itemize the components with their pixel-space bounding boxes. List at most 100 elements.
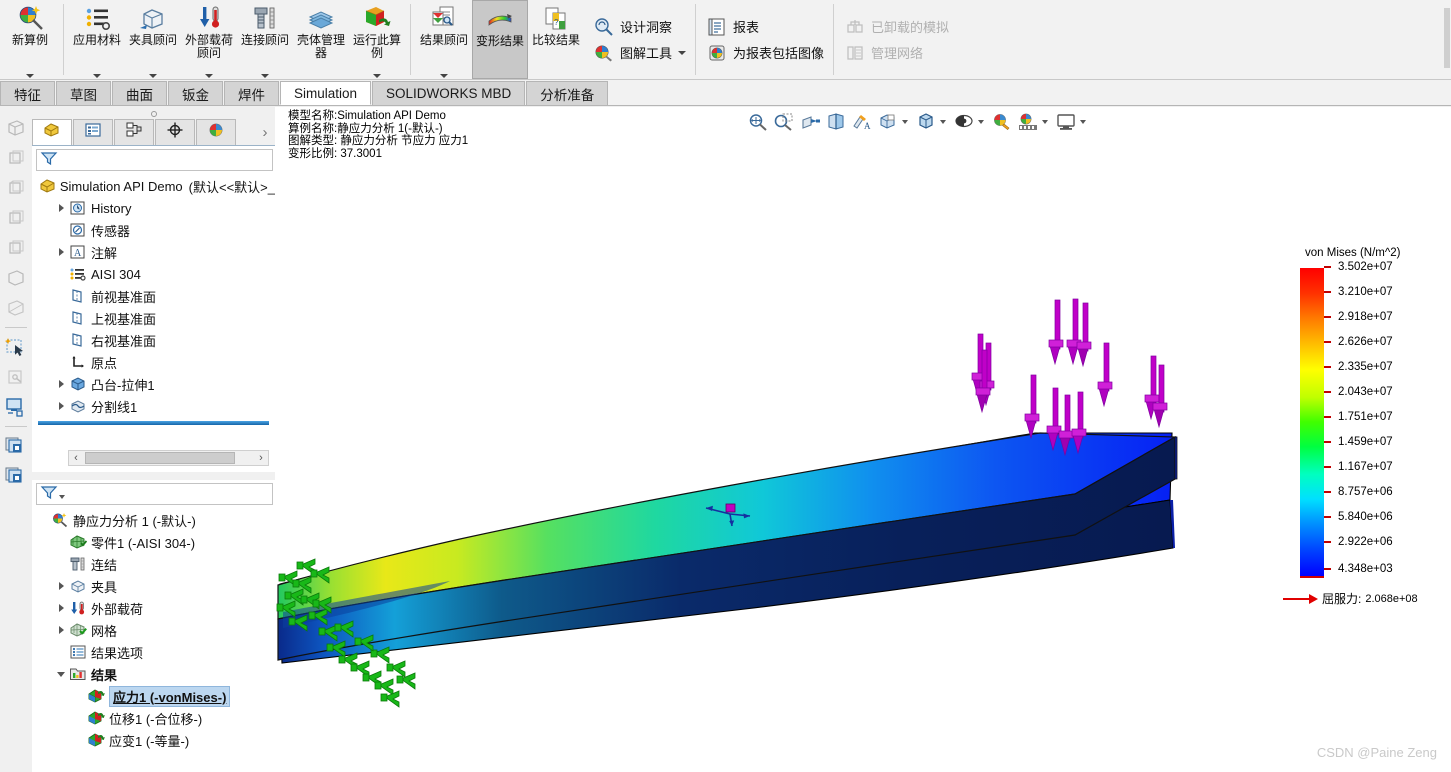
feature-tree-filter[interactable] [36,149,273,171]
ribbon-group-results: 结果顾问 变形结果 ? 比较结果 [414,0,586,79]
tab-simulation[interactable]: Simulation [280,81,372,105]
graphics-viewport[interactable]: A 模型名称:Simulation API Demo 算例名称:静应力分析 1(… [275,107,1451,772]
scroll-thumb[interactable] [85,452,235,464]
ribbon-label: 为报表包括图像 [733,46,825,61]
tree-item-displacement-plot[interactable]: 位移1 (-合位移-) [36,707,275,729]
ribbon-button-external-loads-advisor[interactable]: 外部载荷顾问 [181,0,237,79]
ribbon-toolbar: 新算例 应用材料 夹具顾问 外部载荷顾问 连接顾问 壳体管理器 运行此算例 结果… [0,0,1451,80]
tree-item-strain-plot[interactable]: 应变1 (-等量-) [36,729,275,751]
dropdown-arrow-icon[interactable] [93,74,101,78]
shaded-with-edges-icon[interactable] [0,203,32,233]
manage-network-icon [843,43,867,63]
tree-item-front-plane[interactable]: 前视基准面 [36,285,275,307]
filter-dropdown-icon[interactable] [59,495,65,499]
tree-item-part-root[interactable]: Simulation API Demo (默认<<默认>_ [36,175,275,197]
ribbon-button-results-advisor[interactable]: 结果顾问 [416,0,472,79]
perspective-icon[interactable] [0,233,32,263]
shaded-icon[interactable] [0,173,32,203]
tree-item-mesh[interactable]: 网格 [36,619,275,641]
tree-arrow[interactable] [54,402,68,410]
section-view-rail-icon[interactable] [0,293,32,323]
edit-sketch-icon[interactable] [0,362,32,392]
ribbon-button-deformed-result[interactable]: 变形结果 [472,0,528,79]
tree-item-origin[interactable]: 原点 [36,351,275,373]
tree-arrow[interactable] [54,626,68,634]
tree-item-result-options[interactable]: 结果选项 [36,641,275,663]
legend-ticks: 3.502e+07 3.210e+07 2.918e+07 2.626e+07 … [1324,261,1444,578]
panel-splitter[interactable] [32,472,275,480]
tree-arrow[interactable] [54,248,68,256]
ribbon-button-design-insight[interactable]: 设计洞察 [588,14,690,40]
tree-item-material[interactable]: AISI 304 [36,263,275,285]
wireframe-icon[interactable] [0,143,32,173]
dropdown-arrow-icon[interactable] [149,74,157,78]
tab-solidworks-mbd[interactable]: SOLIDWORKS MBD [372,81,526,105]
tree-arrow[interactable] [54,204,68,212]
panel-tabs-more-button[interactable]: › [255,124,275,145]
tree-item-external-loads[interactable]: 外部载荷 [36,597,275,619]
cascade-windows-icon[interactable] [0,461,32,491]
tree-item-history[interactable]: History [36,197,275,219]
ribbon-button-shell-manager[interactable]: 壳体管理器 [293,0,349,79]
tree-item-right-plane[interactable]: 右视基准面 [36,329,275,351]
tree-item-static-study[interactable]: 静应力分析 1 (-默认-) [36,509,275,531]
tab-features[interactable]: 特征 [0,81,55,105]
tree-item-boss-extrude[interactable]: 凸台-拉伸1 [36,373,275,395]
dropdown-arrow-icon[interactable] [26,74,34,78]
scroll-right-icon[interactable]: › [254,452,268,464]
property-manager-tab[interactable] [73,119,113,145]
tree-item-label: 网格 [91,623,118,639]
tree-arrow[interactable] [54,671,68,677]
ribbon-button-fixture-advisor[interactable]: 夹具顾问 [125,0,181,79]
dropdown-arrow-icon[interactable] [373,74,381,78]
ribbon-button-compare-results[interactable]: ? 比较结果 [528,0,584,79]
tree-arrow[interactable] [54,604,68,612]
feature-manager-tab[interactable] [32,119,72,145]
tile-windows-icon[interactable] [0,431,32,461]
scroll-left-icon[interactable]: ‹ [69,452,83,464]
panel-grip[interactable] [32,107,275,119]
restraint-symbol [318,624,338,642]
ribbon-label: 夹具顾问 [128,33,177,47]
dropdown-arrow-icon[interactable] [440,74,448,78]
display-manager-tab[interactable] [196,119,236,145]
ribbon-button-apply-material[interactable]: 应用材料 [69,0,125,79]
tree-item-solid-body[interactable]: 零件1 (-AISI 304-) [36,531,275,553]
tab-sheetmetal[interactable]: 钣金 [168,81,223,105]
tree-item-connections[interactable]: 连结 [36,553,275,575]
tree-item-sensors[interactable]: 传感器 [36,219,275,241]
tree-arrow[interactable] [54,582,68,590]
tree-item-split-line[interactable]: 分割线1 [36,395,275,417]
tree-arrow[interactable] [54,380,68,388]
tab-surfaces[interactable]: 曲面 [112,81,167,105]
dimxpert-manager-tab[interactable] [155,119,195,145]
feature-tree-hscrollbar[interactable]: ‹ › [68,450,269,466]
dropdown-arrow-icon[interactable] [678,50,687,55]
simulation-tree-filter[interactable] [36,483,273,505]
ribbon-button-new-study[interactable]: 新算例 [2,0,58,79]
ribbon-button-include-image-for-report[interactable]: 为报表包括图像 [701,40,828,66]
select-tool-icon[interactable] [0,332,32,362]
tree-item-fixtures[interactable]: 夹具 [36,575,275,597]
ribbon-button-plot-tools[interactable]: 图解工具 [588,40,690,66]
view-orientation-rail-icon[interactable] [0,392,32,422]
tab-sketch[interactable]: 草图 [56,81,111,105]
dropdown-arrow-icon[interactable] [261,74,269,78]
ribbon-scrollbar[interactable] [1444,8,1450,68]
tab-weldments[interactable]: 焊件 [224,81,279,105]
tree-item-results-folder[interactable]: 结果 [36,663,275,685]
tab-analysis-preparation[interactable]: 分析准备 [526,81,609,105]
watermark: CSDN @Paine Zeng [1316,745,1437,760]
tree-item-stress-plot[interactable]: 应力1 (-vonMises-) [36,685,275,707]
draft-quality-icon[interactable] [0,263,32,293]
tree-item-annotations[interactable]: A 注解 [36,241,275,263]
ribbon-button-run-this-study[interactable]: 运行此算例 [349,0,405,79]
configuration-manager-tab[interactable] [114,119,154,145]
ribbon-button-report[interactable]: 报表 [701,14,828,40]
rollback-bar[interactable] [38,421,269,425]
dropdown-arrow-icon[interactable] [205,74,213,78]
ribbon-button-connections-advisor[interactable]: 连接顾问 [237,0,293,79]
tree-item-label: 分割线1 [91,399,138,415]
hidden-lines-removed-icon[interactable] [0,113,32,143]
tree-item-top-plane[interactable]: 上视基准面 [36,307,275,329]
